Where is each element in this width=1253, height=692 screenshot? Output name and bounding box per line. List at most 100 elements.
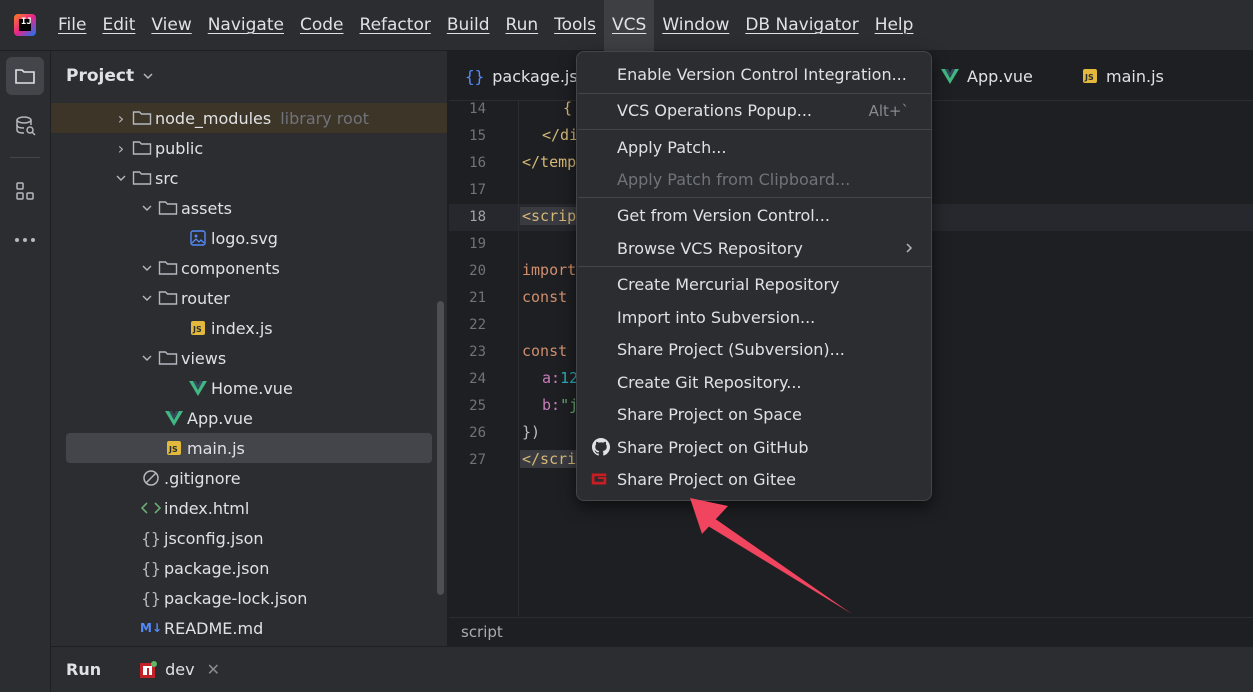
menu-view[interactable]: View: [143, 0, 199, 51]
tree-item-views[interactable]: views: [51, 343, 447, 373]
tree-item-label: components: [181, 258, 280, 278]
menu-item-import-into-subversion[interactable]: Import into Subversion...: [577, 302, 931, 333]
chevron-down-icon: [143, 73, 153, 80]
line-number: 20: [469, 263, 486, 279]
more-icon[interactable]: [6, 221, 44, 259]
folder-icon: [131, 168, 153, 188]
tree-item-label: README.md: [164, 618, 264, 638]
tree-item-label: package.json: [164, 558, 270, 578]
menu-item-get-from-vcs[interactable]: Get from Version Control...: [577, 200, 931, 231]
menu-file[interactable]: File: [50, 0, 94, 51]
menu-tools[interactable]: Tools: [546, 0, 604, 51]
code-line-24[interactable]: a:12: [542, 369, 578, 387]
code-line-23[interactable]: const: [522, 342, 567, 360]
chevron-right-icon[interactable]: ›: [111, 109, 131, 128]
tree-item-package-lock-json[interactable]: {} package-lock.json: [51, 583, 447, 613]
folder-icon: [157, 198, 179, 218]
chevron-down-icon[interactable]: [137, 264, 157, 272]
code-line-18[interactable]: <scrip: [520, 207, 579, 225]
menu-refactor[interactable]: Refactor: [352, 0, 439, 51]
code-line-14[interactable]: {: [563, 99, 572, 117]
gitee-icon: [589, 469, 609, 489]
chevron-down-icon[interactable]: [111, 174, 131, 182]
chevron-right-icon[interactable]: ›: [111, 139, 131, 158]
structure-icon[interactable]: [6, 172, 44, 210]
tab-package-json[interactable]: {} package.jso: [465, 51, 587, 101]
code-line-20[interactable]: import: [522, 261, 576, 279]
json-file-icon: {}: [141, 528, 161, 548]
folder-icon: [157, 258, 179, 278]
menu-window[interactable]: Window: [654, 0, 737, 51]
tree-item-src[interactable]: src: [51, 163, 447, 193]
line-number: 19: [469, 236, 486, 252]
tab-label: main.js: [1106, 66, 1164, 86]
tree-item-gitignore[interactable]: .gitignore: [51, 463, 447, 493]
code-line-21[interactable]: const: [522, 288, 567, 306]
tree-item-label: main.js: [187, 438, 245, 458]
run-tool-window-bar: Run dev ✕: [51, 646, 1253, 692]
code-line-16[interactable]: </temp: [522, 153, 576, 171]
menu-item-share-project-on-github[interactable]: Share Project on GitHub: [577, 432, 931, 463]
chevron-down-icon[interactable]: [137, 354, 157, 362]
tree-item-logo-svg[interactable]: logo.svg: [51, 223, 447, 253]
tree-item-node-modules[interactable]: › node_modules library root: [51, 103, 447, 133]
chevron-down-icon[interactable]: [137, 204, 157, 212]
tree-item-public[interactable]: › public: [51, 133, 447, 163]
svg-text:JS: JS: [168, 445, 178, 454]
line-number: 25: [469, 398, 486, 414]
tree-item-assets[interactable]: assets: [51, 193, 447, 223]
tab-main-js[interactable]: JS main.js: [1082, 51, 1164, 101]
menu-item-create-mercurial-repository[interactable]: Create Mercurial Repository: [577, 269, 931, 300]
menu-db-navigator[interactable]: DB Navigator: [737, 0, 866, 51]
code-line-26[interactable]: }): [522, 423, 540, 441]
menu-item-apply-patch[interactable]: Apply Patch...: [577, 132, 931, 163]
vue-file-icon: [941, 68, 959, 84]
tree-item-label: Home.vue: [211, 378, 293, 398]
menu-navigate[interactable]: Navigate: [200, 0, 292, 51]
menu-item-share-project-subversion[interactable]: Share Project (Subversion)...: [577, 334, 931, 365]
menu-run[interactable]: Run: [498, 0, 547, 51]
menu-item-enable-vcs-integration[interactable]: Enable Version Control Integration...: [577, 59, 931, 90]
folder-icon: [131, 108, 153, 128]
tab-app-vue[interactable]: App.vue: [941, 51, 1033, 101]
database-icon[interactable]: [6, 107, 44, 145]
menu-item-browse-vcs-repository[interactable]: Browse VCS Repository: [577, 233, 931, 264]
tree-item-readme-md[interactable]: M↓ README.md: [51, 613, 447, 643]
run-title[interactable]: Run: [66, 660, 101, 679]
menu-build[interactable]: Build: [439, 0, 498, 51]
line-number: 26: [469, 425, 486, 441]
menu-vcs[interactable]: VCS: [604, 0, 655, 51]
tree-item-app-vue[interactable]: App.vue: [51, 403, 447, 433]
tree-item-label: index.js: [211, 318, 273, 338]
menu-code[interactable]: Code: [292, 0, 352, 51]
js-file-icon: JS: [187, 318, 209, 338]
menu-bar: IJ File Edit View Navigate Code Refactor…: [0, 0, 1253, 51]
tree-item-router[interactable]: router: [51, 283, 447, 313]
project-panel-header[interactable]: Project: [51, 51, 447, 101]
breadcrumb[interactable]: script: [449, 617, 1253, 646]
menu-item-vcs-operations-popup[interactable]: VCS Operations Popup... Alt+`: [577, 95, 931, 126]
menu-item-create-git-repository[interactable]: Create Git Repository...: [577, 367, 931, 398]
code-line-25[interactable]: b:"j: [542, 396, 578, 414]
menu-item-share-project-on-space[interactable]: Share Project on Space: [577, 399, 931, 430]
tree-item-home-vue[interactable]: Home.vue: [51, 373, 447, 403]
close-icon[interactable]: ✕: [207, 660, 220, 679]
tree-item-package-json[interactable]: {} package.json: [51, 553, 447, 583]
tree-item-main-js[interactable]: JS main.js: [66, 433, 432, 463]
tree-item-index-js[interactable]: JS index.js: [51, 313, 447, 343]
tree-item-components[interactable]: components: [51, 253, 447, 283]
menu-item-share-project-on-gitee[interactable]: Share Project on Gitee: [577, 464, 931, 495]
tree-item-index-html[interactable]: index.html: [51, 493, 447, 523]
tree-item-jsconfig-json[interactable]: {} jsconfig.json: [51, 523, 447, 553]
tree-item-label: package-lock.json: [164, 588, 308, 608]
run-tab-dev[interactable]: dev ✕: [139, 660, 220, 679]
code-line-15[interactable]: </di: [542, 126, 578, 144]
menu-help[interactable]: Help: [867, 0, 922, 51]
menu-edit[interactable]: Edit: [94, 0, 143, 51]
breadcrumb-item[interactable]: script: [461, 623, 503, 641]
tree-item-label: views: [181, 348, 227, 368]
project-folder-icon[interactable]: [6, 57, 44, 95]
project-scrollbar[interactable]: [437, 301, 444, 595]
code-line-27[interactable]: </scri: [520, 450, 579, 468]
chevron-down-icon[interactable]: [137, 294, 157, 302]
